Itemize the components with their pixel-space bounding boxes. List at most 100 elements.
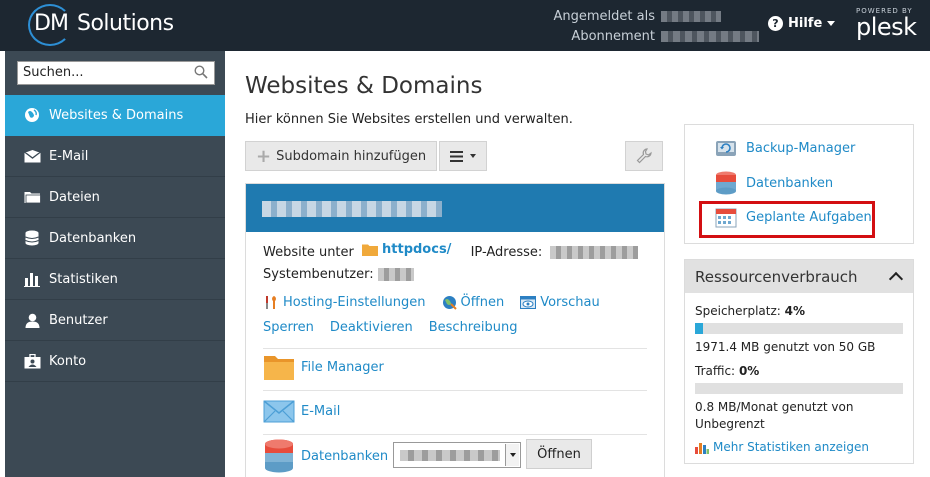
wrench-icon <box>636 148 652 164</box>
page-description: Hier können Sie Websites erstellen und v… <box>245 112 573 127</box>
add-subdomain-button[interactable]: + Subdomain hinzufügen <box>245 141 438 171</box>
toolbar: + Subdomain hinzufügen <box>245 141 488 171</box>
chevron-down-icon <box>470 154 477 158</box>
subscription-label: Abonnement <box>571 29 655 44</box>
divider <box>263 390 647 391</box>
database-select[interactable] <box>393 442 521 468</box>
bar-chart-icon <box>695 442 709 454</box>
backup-manager-label: Backup-Manager <box>746 140 856 156</box>
email-label: E-Mail <box>301 403 341 419</box>
databases-tool-link[interactable]: Datenbanken <box>715 171 833 195</box>
backup-icon <box>716 141 736 156</box>
chevron-down-icon <box>509 453 516 457</box>
page-title: Websites & Domains <box>245 73 483 99</box>
description-link[interactable]: Beschreibung <box>429 320 518 335</box>
sidebar-item-email[interactable]: E-Mail <box>5 136 225 177</box>
hosting-settings-label: Hosting-Einstellungen <box>283 295 426 310</box>
search-input[interactable]: Suchen... <box>23 65 84 80</box>
menu-icon <box>450 150 464 162</box>
disk-label: Speicherplatz: <box>695 304 781 318</box>
domain-card: Website unter httpdocs/ IP-Adresse: Syst… <box>245 183 665 477</box>
website-under-label: Website unter <box>263 245 354 260</box>
preview-label: Vorschau <box>540 295 600 310</box>
globe-icon <box>442 296 457 310</box>
suspend-link[interactable]: Sperren <box>263 320 314 335</box>
add-subdomain-label: Subdomain hinzufügen <box>276 148 427 164</box>
sidebar-item-label: Dateien <box>49 189 100 205</box>
more-menu-button[interactable] <box>439 141 488 171</box>
logo-solutions-text: Solutions <box>77 11 174 36</box>
chevron-up-icon[interactable] <box>888 271 904 287</box>
redacted-username[interactable] <box>661 11 721 22</box>
sidebar-item-databases[interactable]: Datenbanken <box>5 218 225 259</box>
open-database-button[interactable]: Öffnen <box>526 439 592 469</box>
user-icon <box>23 313 41 328</box>
redacted-subscription[interactable] <box>661 31 759 42</box>
bar-chart-icon <box>23 272 41 287</box>
top-header: DM Solutions Angemeldet als Abonnement ?… <box>0 0 930 51</box>
traffic-usage-text: 0.8 MB/Monat genutzt von <box>695 400 854 414</box>
folder-icon <box>264 356 294 380</box>
resource-usage-header[interactable]: Ressourcenverbrauch <box>685 260 913 293</box>
search-box[interactable]: Suchen... <box>17 61 215 85</box>
help-menu[interactable]: ? Hilfe <box>768 16 836 31</box>
redacted-domain-name[interactable] <box>262 201 442 217</box>
disk-percent: 4% <box>784 304 806 318</box>
preview-link[interactable]: Vorschau <box>520 295 600 310</box>
redacted-ip <box>550 246 639 259</box>
quick-links-row-1: Hosting-Einstellungen Öffnen Vorschau <box>263 295 600 310</box>
main-content: Websites & Domains Hier können Sie Websi… <box>225 51 930 477</box>
domain-card-header <box>246 184 664 232</box>
mail-icon <box>23 149 41 163</box>
sidebar-item-websites-domains[interactable]: Websites & Domains <box>5 95 225 136</box>
traffic-percent: 0% <box>738 364 760 378</box>
sidebar-item-label: Benutzer <box>49 312 108 328</box>
question-icon: ? <box>768 16 783 31</box>
docroot-link[interactable]: httpdocs/ <box>362 242 451 257</box>
sidebar: Suchen... Websites & Domains E-Mail Date… <box>5 51 225 477</box>
sidebar-item-users[interactable]: Benutzer <box>5 300 225 341</box>
database-icon <box>716 171 736 195</box>
select-arrow[interactable] <box>505 444 519 466</box>
open-site-link[interactable]: Öffnen <box>442 295 504 310</box>
mail-icon <box>263 400 295 423</box>
sidebar-item-statistics[interactable]: Statistiken <box>5 259 225 300</box>
plesk-text: plesk <box>856 13 917 41</box>
databases-item[interactable]: Datenbanken <box>263 439 388 473</box>
plesk-logo: POWERED BY plesk <box>856 7 917 39</box>
deactivate-link[interactable]: Deaktivieren <box>330 320 413 335</box>
file-manager-item[interactable]: File Manager <box>263 351 384 383</box>
dm-solutions-logo[interactable]: DM Solutions <box>28 4 188 46</box>
more-statistics-link[interactable]: Mehr Statistiken anzeigen <box>695 440 869 454</box>
divider <box>263 434 647 435</box>
sidebar-item-label: Konto <box>49 353 87 369</box>
sidebar-item-account[interactable]: Konto <box>5 341 225 382</box>
divider <box>263 348 647 349</box>
redacted-system-user <box>377 268 414 281</box>
logo-dm-text: DM <box>34 11 69 36</box>
traffic-usage-bar <box>695 383 903 394</box>
tools-panel: Backup-Manager Datenbanken Geplante Aufg… <box>684 124 914 244</box>
help-label: Hilfe <box>788 16 823 31</box>
email-item[interactable]: E-Mail <box>263 395 340 427</box>
sidebar-item-label: Datenbanken <box>49 230 137 246</box>
plus-icon: + <box>256 145 272 167</box>
settings-wrench-button[interactable] <box>625 141 663 171</box>
sidebar-item-files[interactable]: Dateien <box>5 177 225 218</box>
databases-tool-label: Datenbanken <box>746 175 834 191</box>
tools-icon <box>266 296 276 309</box>
id-card-icon <box>23 353 41 369</box>
account-values <box>661 7 759 42</box>
system-user-label: Systembenutzer: <box>263 267 374 282</box>
sidebar-item-label: Statistiken <box>49 271 118 287</box>
sidebar-item-label: Websites & Domains <box>49 107 184 123</box>
website-info-row: Website unter httpdocs/ IP-Adresse: <box>263 242 639 260</box>
docroot-label: httpdocs/ <box>382 242 452 257</box>
hosting-settings-link[interactable]: Hosting-Einstellungen <box>263 295 426 310</box>
disk-usage-label: Speicherplatz: 4% <box>695 304 805 318</box>
traffic-label-row: Traffic: 0% <box>695 364 759 378</box>
search-icon[interactable] <box>194 65 208 79</box>
backup-manager-link[interactable]: Backup-Manager <box>715 137 855 159</box>
database-icon <box>265 439 293 473</box>
folder-icon <box>23 190 41 204</box>
